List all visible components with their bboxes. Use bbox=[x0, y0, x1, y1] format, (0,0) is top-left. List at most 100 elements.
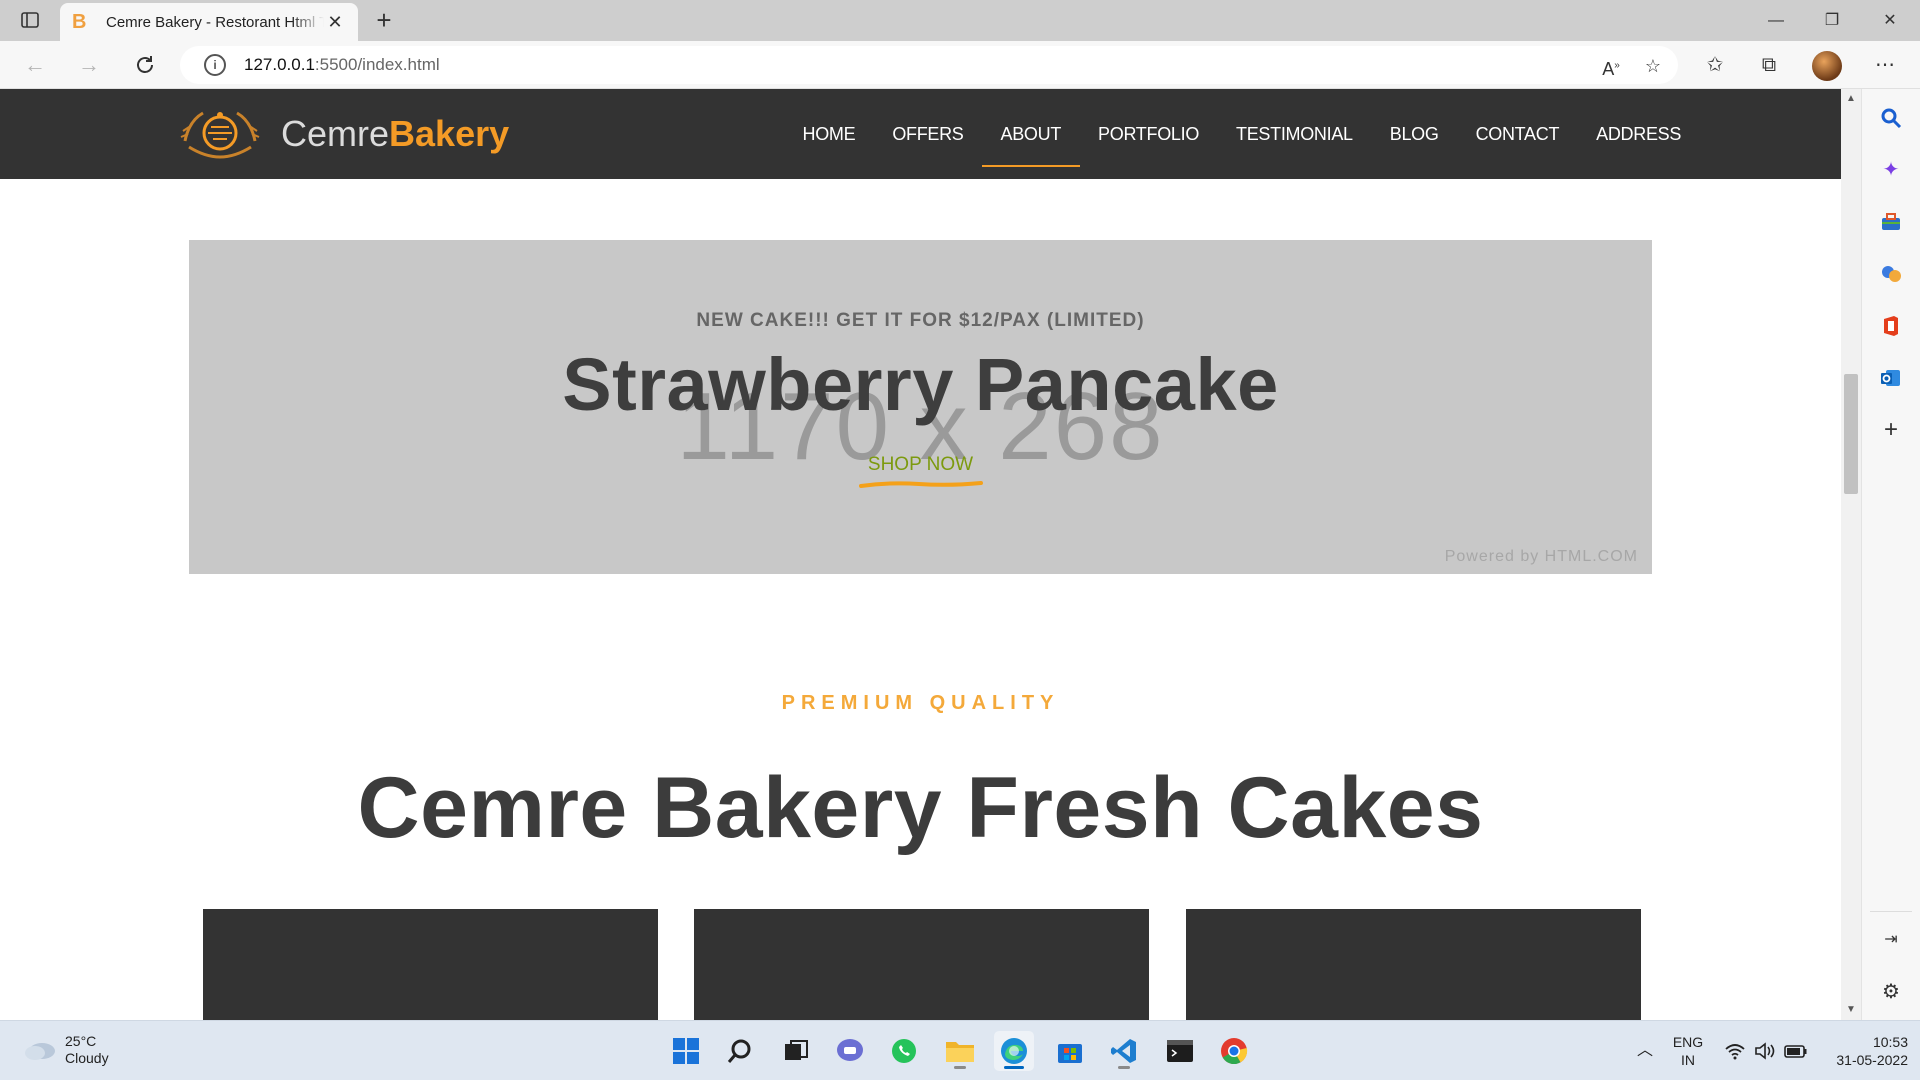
menu-offers[interactable]: OFFERS bbox=[874, 89, 982, 179]
windows-taskbar: 25°C Cloudy ︿ ENG IN 10:53 31-05-2022 bbox=[0, 1020, 1920, 1080]
games-icon[interactable] bbox=[1876, 259, 1906, 289]
bakery-logo[interactable] bbox=[175, 101, 265, 165]
file-explorer-button[interactable] bbox=[940, 1031, 980, 1071]
product-card[interactable] bbox=[1186, 909, 1641, 1020]
scroll-thumb[interactable] bbox=[1844, 374, 1858, 494]
search-icon[interactable] bbox=[1876, 103, 1906, 133]
menu-testimonial[interactable]: TESTIMONIAL bbox=[1218, 89, 1372, 179]
input-language-indicator[interactable]: ENG IN bbox=[1664, 1021, 1712, 1081]
weather-desc: Cloudy bbox=[65, 1050, 109, 1066]
battery-icon[interactable] bbox=[1782, 1021, 1810, 1081]
browser-tab-active[interactable]: B Cemre Bakery - Restorant Html Template… bbox=[60, 3, 358, 41]
volume-glyph bbox=[1755, 1042, 1775, 1060]
back-button[interactable]: ← bbox=[18, 49, 52, 81]
terminal-button[interactable] bbox=[1160, 1031, 1200, 1071]
cloudy-weather-icon[interactable] bbox=[22, 1035, 58, 1063]
battery-glyph bbox=[1784, 1045, 1807, 1058]
start-button[interactable] bbox=[666, 1031, 706, 1071]
menu-about[interactable]: ABOUT bbox=[982, 89, 1080, 179]
tab-title: Cemre Bakery - Restorant Html Template bbox=[106, 13, 324, 31]
collections-icon[interactable]: ⧉ bbox=[1752, 49, 1786, 81]
placeholder-credit: Powered by HTML.COM bbox=[1444, 548, 1638, 565]
edge-icon bbox=[1001, 1038, 1027, 1064]
scroll-down-arrow[interactable]: ▼ bbox=[1841, 1000, 1861, 1020]
tools-icon[interactable] bbox=[1876, 207, 1906, 237]
vscode-button[interactable] bbox=[1104, 1031, 1144, 1071]
teams-chat-button[interactable] bbox=[830, 1031, 870, 1071]
favorites-icon[interactable]: ✩ bbox=[1698, 49, 1732, 81]
minimize-button[interactable]: — bbox=[1748, 0, 1804, 41]
brand-bold: Bakery bbox=[389, 113, 510, 154]
terminal-icon bbox=[1167, 1040, 1193, 1062]
task-view-icon bbox=[785, 1040, 808, 1060]
copilot-sparkle-icon[interactable]: ✦ bbox=[1876, 155, 1906, 185]
shop-now-underline bbox=[859, 481, 983, 488]
lang-primary: ENG bbox=[1672, 1034, 1704, 1050]
active-indicator bbox=[1004, 1066, 1024, 1069]
menu-contact[interactable]: CONTACT bbox=[1457, 89, 1578, 179]
show-hidden-icons-button[interactable]: ︿ bbox=[1632, 1021, 1658, 1081]
outlook-icon[interactable] bbox=[1876, 363, 1906, 393]
new-tab-button[interactable]: + bbox=[368, 4, 400, 36]
add-sidebar-app-icon[interactable]: + bbox=[1876, 415, 1906, 445]
more-menu-icon[interactable]: ⋯ bbox=[1868, 49, 1902, 81]
clock[interactable]: 10:53 31-05-2022 bbox=[1818, 1021, 1908, 1081]
office-glyph bbox=[1884, 316, 1898, 336]
tab-actions-button[interactable] bbox=[14, 8, 46, 32]
menu-portfolio[interactable]: PORTFOLIO bbox=[1080, 89, 1218, 179]
shop-now-button[interactable]: SHOP NOW bbox=[189, 454, 1652, 476]
whatsapp-button[interactable] bbox=[884, 1031, 924, 1071]
edge-browser-button[interactable] bbox=[994, 1031, 1034, 1071]
task-view-button[interactable] bbox=[776, 1031, 816, 1071]
close-window-button[interactable]: ✕ bbox=[1862, 0, 1918, 41]
chrome-icon bbox=[1221, 1038, 1248, 1065]
add-favorite-icon[interactable]: ☆ bbox=[1640, 53, 1666, 79]
teams-chat-icon bbox=[837, 1039, 863, 1061]
product-card[interactable] bbox=[694, 909, 1149, 1020]
main-menu: HOME OFFERS ABOUT PORTFOLIO TESTIMONIAL … bbox=[784, 89, 1700, 179]
refresh-button[interactable] bbox=[128, 49, 162, 81]
browser-toolbar: ← → i 127.0.0.1:5500/index.html A» ☆ ✩ ⧉… bbox=[0, 41, 1920, 89]
clock-time: 10:53 bbox=[1872, 1034, 1908, 1050]
promo-banner: 1170 x 268 Powered by HTML.COM NEW CAKE!… bbox=[189, 240, 1652, 574]
ms-store-button[interactable] bbox=[1050, 1031, 1090, 1071]
site-info-icon[interactable]: i bbox=[204, 54, 226, 76]
outlook-glyph bbox=[1881, 370, 1900, 386]
store-icon bbox=[1058, 1044, 1082, 1063]
running-indicator bbox=[954, 1066, 966, 1069]
tab-close-icon[interactable]: ✕ bbox=[324, 12, 346, 33]
url-path: :5500/index.html bbox=[314, 55, 440, 74]
weather-widget[interactable]: 25°C Cloudy bbox=[65, 1033, 109, 1067]
chrome-button[interactable] bbox=[1214, 1031, 1254, 1071]
page-viewport: CemreBakery HOME OFFERS ABOUT PORTFOLIO … bbox=[0, 89, 1841, 1020]
scroll-up-arrow[interactable]: ▲ bbox=[1841, 89, 1861, 109]
section-eyebrow: PREMIUM QUALITY bbox=[781, 692, 1060, 714]
vscode-icon bbox=[1111, 1039, 1136, 1063]
read-aloud-icon[interactable]: A» bbox=[1598, 53, 1624, 79]
office-icon[interactable] bbox=[1876, 311, 1906, 341]
volume-icon[interactable] bbox=[1752, 1021, 1778, 1081]
refresh-icon bbox=[137, 56, 153, 73]
address-bar[interactable]: i 127.0.0.1:5500/index.html A» ☆ bbox=[180, 46, 1678, 84]
brand-name[interactable]: CemreBakery bbox=[281, 111, 509, 157]
restore-button[interactable]: ❐ bbox=[1804, 0, 1860, 41]
promo-title: Strawberry Pancake bbox=[562, 343, 1279, 426]
page-scrollbar[interactable]: ▲ ▼ bbox=[1841, 89, 1861, 1020]
running-indicator bbox=[1118, 1066, 1130, 1069]
sidebar-settings-icon[interactable]: ⚙ bbox=[1876, 977, 1906, 1007]
url-text: 127.0.0.1:5500/index.html bbox=[244, 55, 440, 75]
site-navbar: CemreBakery HOME OFFERS ABOUT PORTFOLIO … bbox=[0, 89, 1841, 179]
edge-sidebar: ✦ + ⇥ ⚙ bbox=[1861, 89, 1920, 1020]
whatsapp-icon bbox=[892, 1039, 916, 1063]
wifi-icon[interactable] bbox=[1722, 1021, 1748, 1081]
section-title: Cemre Bakery Fresh Cakes bbox=[357, 760, 1484, 856]
hide-sidebar-icon[interactable]: ⇥ bbox=[1876, 925, 1906, 955]
menu-home[interactable]: HOME bbox=[784, 89, 874, 179]
menu-address[interactable]: ADDRESS bbox=[1578, 89, 1700, 179]
forward-button[interactable]: → bbox=[72, 49, 106, 81]
taskbar-search-button[interactable] bbox=[720, 1031, 760, 1071]
clock-date: 31-05-2022 bbox=[1836, 1052, 1908, 1068]
product-card[interactable] bbox=[203, 909, 658, 1020]
menu-blog[interactable]: BLOG bbox=[1371, 89, 1457, 179]
profile-avatar[interactable] bbox=[1812, 51, 1842, 81]
